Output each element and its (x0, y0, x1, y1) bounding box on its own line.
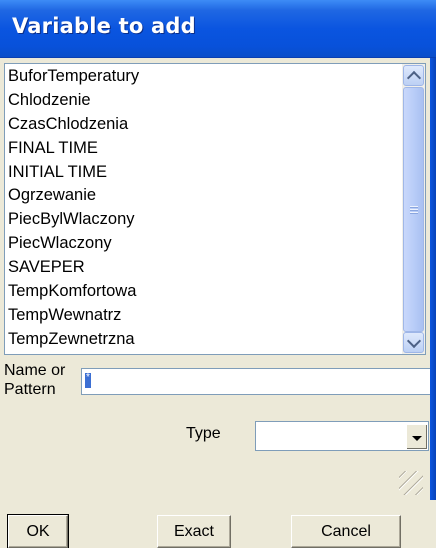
resize-grip-icon[interactable] (399, 471, 423, 495)
scroll-down-button[interactable] (403, 332, 424, 353)
list-item[interactable]: BuforTemperatury (5, 64, 410, 88)
title-bar[interactable]: Variable to add (0, 0, 436, 58)
caret-down-icon (412, 436, 422, 441)
scrollbar-thumb[interactable] (403, 87, 424, 332)
name-pattern-label: Name or Pattern (4, 362, 66, 398)
list-item[interactable]: TempZewnetrzna (5, 327, 410, 351)
chevron-up-icon (406, 70, 421, 85)
scroll-up-button[interactable] (403, 65, 424, 86)
list-item[interactable]: Chlodzenie (5, 88, 410, 112)
variable-list[interactable]: BuforTemperatury Chlodzenie CzasChlodzen… (4, 63, 411, 355)
list-item[interactable]: TempKomfortowa (5, 279, 410, 303)
cancel-button[interactable]: Cancel (291, 515, 401, 548)
dialog-body: BuforTemperatury Chlodzenie CzasChlodzen… (0, 58, 432, 548)
name-pattern-value: * (85, 373, 91, 388)
type-dropdown[interactable] (255, 421, 429, 451)
list-item[interactable]: SAVEPER (5, 255, 410, 279)
list-item[interactable]: PiecWlaczony (5, 231, 410, 255)
list-item[interactable]: CzasChlodzenia (5, 112, 410, 136)
list-item[interactable]: Ogrzewanie (5, 183, 410, 207)
list-item[interactable]: FINAL TIME (5, 136, 410, 160)
type-dropdown-button[interactable] (406, 424, 427, 449)
chevron-down-icon (406, 333, 421, 348)
list-item[interactable]: INITIAL TIME (5, 160, 410, 184)
list-item[interactable]: PiecBylWlaczony (5, 207, 410, 231)
ok-button[interactable]: OK (7, 514, 69, 548)
exact-button[interactable]: Exact (157, 515, 231, 548)
window-frame-right (430, 58, 436, 500)
type-label: Type (186, 425, 221, 442)
list-item[interactable]: TempWewnatrz (5, 303, 410, 327)
window-title: Variable to add (12, 14, 196, 38)
name-pattern-input[interactable]: * (81, 368, 432, 395)
list-scrollbar[interactable] (402, 63, 426, 355)
grip-icon (410, 206, 418, 215)
